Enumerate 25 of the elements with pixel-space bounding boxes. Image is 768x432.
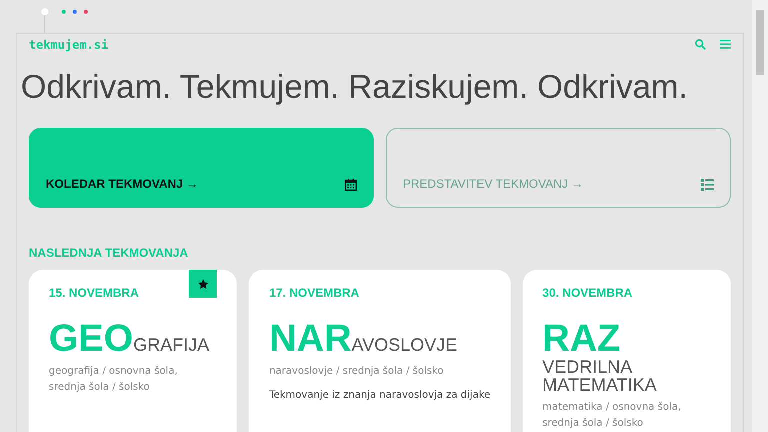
section-heading: NASLEDNJA TEKMOVANJA xyxy=(29,246,190,260)
tagline-text: Odkrivam. Tekmujem. Raziskujem. Odkrivam. xyxy=(21,68,689,106)
event-meta: matematika / osnovna šola, srednja šola / šolsko xyxy=(542,401,682,431)
event-meta: geografija / osnovna šola, srednja šola / šolsko xyxy=(49,365,179,395)
event-date: 17. NOVEMBRA xyxy=(269,286,360,300)
action-card[interactable]: KOLEDAR TEKMOVANJ → xyxy=(29,128,374,208)
event-card[interactable]: 15. NOVEMBRA GEOGRAFIJA geografija / osnovna šola, srednja šola / šolsko xyxy=(29,270,238,432)
event-title: GEOGRAFIJA xyxy=(49,320,210,358)
scroll-thumb[interactable] xyxy=(756,10,764,75)
event-title: RAZ VEDRILNA MATEMATIKA xyxy=(542,320,658,394)
dots-icon xyxy=(61,8,89,16)
favorite-badge[interactable] xyxy=(189,270,218,298)
event-card[interactable]: 17. NOVEMBRA NARAVOSLOVJE naravoslovje / srednja šola / šolsko Tekmovanje iz znanja naravoslovja za dijake xyxy=(249,270,511,432)
event-description: Tekmovanje iz znanja naravoslovja za dijake xyxy=(269,390,491,401)
search-icon[interactable] xyxy=(695,39,706,50)
event-date: 15. NOVEMBRA xyxy=(49,286,140,300)
menu-icon[interactable] xyxy=(720,40,731,49)
event-date: 30. NOVEMBRA xyxy=(542,286,634,300)
scrollbar[interactable] xyxy=(752,0,768,432)
list-icon xyxy=(701,179,714,191)
event-meta: naravoslovje / srednja šola / šolsko xyxy=(269,365,445,379)
calendar-icon xyxy=(345,179,357,191)
event-card[interactable]: 30. NOVEMBRA RAZ VEDRILNA MATEMATIKA matematika / osnovna šola, srednja šola / šolsko xyxy=(522,270,731,432)
star-icon xyxy=(198,278,209,290)
event-title: NARAVOSLOVJE xyxy=(269,320,458,358)
